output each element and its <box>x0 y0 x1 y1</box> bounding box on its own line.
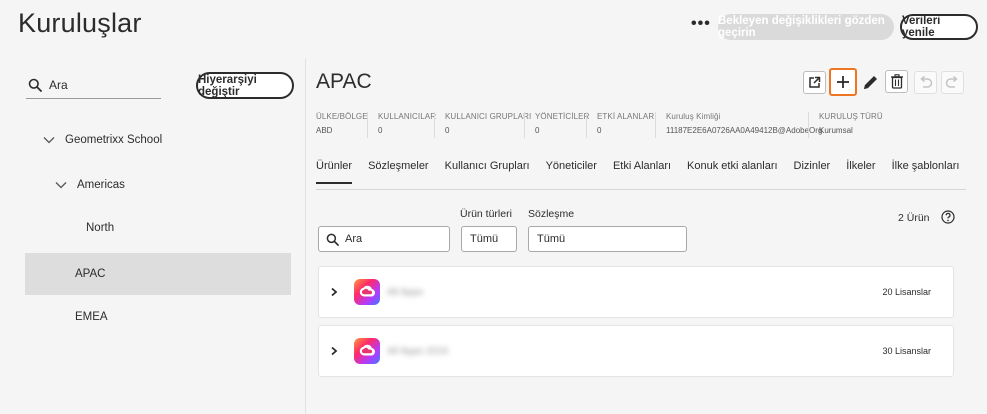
tab-admins[interactable]: Yöneticiler <box>546 160 597 184</box>
tree-item-label: EMEA <box>75 311 108 323</box>
tab-policy-templates[interactable]: İlke şablonları <box>892 160 960 184</box>
creative-cloud-icon <box>354 338 380 364</box>
tree-item-americas[interactable]: Americas <box>55 163 125 207</box>
tab-divider <box>316 189 966 190</box>
license-count: 30 Lisanslar <box>882 346 931 356</box>
info-label: KULLANICILAR <box>378 112 437 121</box>
tree-item-label: Americas <box>77 179 125 191</box>
info-label: ÜLKE/BÖLGE <box>316 112 368 121</box>
column-divider <box>305 58 306 414</box>
info-org-type: KURULUŞ TÜRÜ Kurumsal <box>808 112 883 138</box>
tab-directories[interactable]: Dizinler <box>794 160 831 184</box>
tree-item-label: APAC <box>75 268 106 280</box>
info-value: 0 <box>535 126 540 135</box>
redo-button[interactable] <box>941 71 964 94</box>
search-icon <box>28 78 42 92</box>
tree-item-label: North <box>86 222 115 234</box>
tree-item-emea[interactable]: EMEA <box>75 295 108 339</box>
info-value: 0 <box>378 126 383 135</box>
undo-button[interactable] <box>914 71 937 94</box>
tab-user-groups[interactable]: Kullanıcı Grupları <box>445 160 530 184</box>
info-domains: ETKİ ALANLARI 0 <box>586 112 657 138</box>
tree-item-north[interactable]: North <box>86 206 114 250</box>
org-search-input[interactable]: Ara <box>26 71 161 99</box>
info-label: Kuruluş Kimliği <box>666 112 721 121</box>
refresh-data-button[interactable]: Verileri yenile <box>900 14 978 40</box>
product-types-label: Ürün türleri <box>460 208 512 220</box>
info-value: ABD <box>316 126 333 135</box>
product-types-select[interactable]: Tümü <box>461 226 517 252</box>
info-org-id: Kuruluş Kimliği 11187E2E6A0726AA0A49412B… <box>655 112 822 138</box>
tab-domains[interactable]: Etki Alanları <box>613 160 671 184</box>
info-user-groups: KULLANICI GRUPLARI 0 <box>434 112 531 138</box>
info-value: 0 <box>445 126 450 135</box>
edit-button[interactable] <box>858 71 881 94</box>
open-external-button[interactable] <box>803 71 826 94</box>
search-icon <box>326 233 339 246</box>
page-title: Kuruluşlar <box>18 8 142 38</box>
creative-cloud-icon <box>354 279 380 305</box>
chevron-down-icon[interactable] <box>55 181 67 189</box>
contract-select[interactable]: Tümü <box>528 226 687 252</box>
redo-icon <box>945 76 958 88</box>
contract-label: Sözleşme <box>528 208 575 220</box>
info-label: ETKİ ALANLARI <box>597 112 657 121</box>
tab-bar: Ürünler Sözleşmeler Kullanıcı Grupları Y… <box>316 160 975 184</box>
undo-icon <box>920 76 933 88</box>
info-label: KURULUŞ TÜRÜ <box>819 112 883 121</box>
product-name: All Apps <box>387 286 424 298</box>
tree-item-geometrixx-school[interactable]: Geometrixx School <box>43 118 162 162</box>
info-value: 11187E2E6A0726AA0A49412B@AdobeOrg <box>666 126 823 135</box>
tab-policies[interactable]: İlkeler <box>846 160 875 184</box>
tab-contracts[interactable]: Sözleşmeler <box>368 160 429 184</box>
info-value: Kurumsal <box>819 126 853 135</box>
license-count: 20 Lisanslar <box>882 287 931 297</box>
more-options-button[interactable]: ••• <box>691 15 711 33</box>
info-label: KULLANICI GRUPLARI <box>445 112 532 121</box>
org-title: APAC <box>316 70 372 93</box>
tree-item-apac[interactable]: APAC <box>25 253 291 295</box>
product-name: All Apps 2016 <box>387 345 449 357</box>
help-icon[interactable] <box>941 210 955 224</box>
info-value: 0 <box>597 126 602 135</box>
delete-button[interactable] <box>885 70 908 93</box>
product-search-input[interactable]: Ara <box>318 226 450 252</box>
org-search-placeholder: Ara <box>49 77 68 92</box>
product-search-placeholder: Ara <box>345 233 363 245</box>
change-hierarchy-button[interactable]: Hiyerarşiyi değiştir <box>196 72 294 99</box>
info-admins: YÖNETİCİLER 0 <box>524 112 589 138</box>
chevron-down-icon[interactable] <box>43 136 55 144</box>
tab-guest-domains[interactable]: Konuk etki alanları <box>687 160 778 184</box>
review-pending-changes-button[interactable]: Bekleyen değişiklikleri gözden geçirin <box>718 14 894 40</box>
chevron-right-icon[interactable] <box>329 346 339 356</box>
add-icon <box>837 76 849 88</box>
product-count: 2 Ürün <box>898 212 930 224</box>
info-label: YÖNETİCİLER <box>535 112 590 121</box>
product-row[interactable]: All Apps 20 Lisanslar <box>318 266 954 318</box>
info-users: KULLANICILAR 0 <box>367 112 436 138</box>
delete-icon <box>890 74 903 89</box>
chevron-right-icon[interactable] <box>329 287 339 297</box>
info-country: ÜLKE/BÖLGE ABD <box>316 112 368 138</box>
product-row[interactable]: All Apps 2016 30 Lisanslar <box>318 325 954 377</box>
edit-icon <box>863 75 877 89</box>
tab-products[interactable]: Ürünler <box>316 160 353 184</box>
tree-item-label: Geometrixx School <box>65 134 163 146</box>
add-button[interactable] <box>829 68 857 96</box>
open-external-icon <box>809 76 821 88</box>
